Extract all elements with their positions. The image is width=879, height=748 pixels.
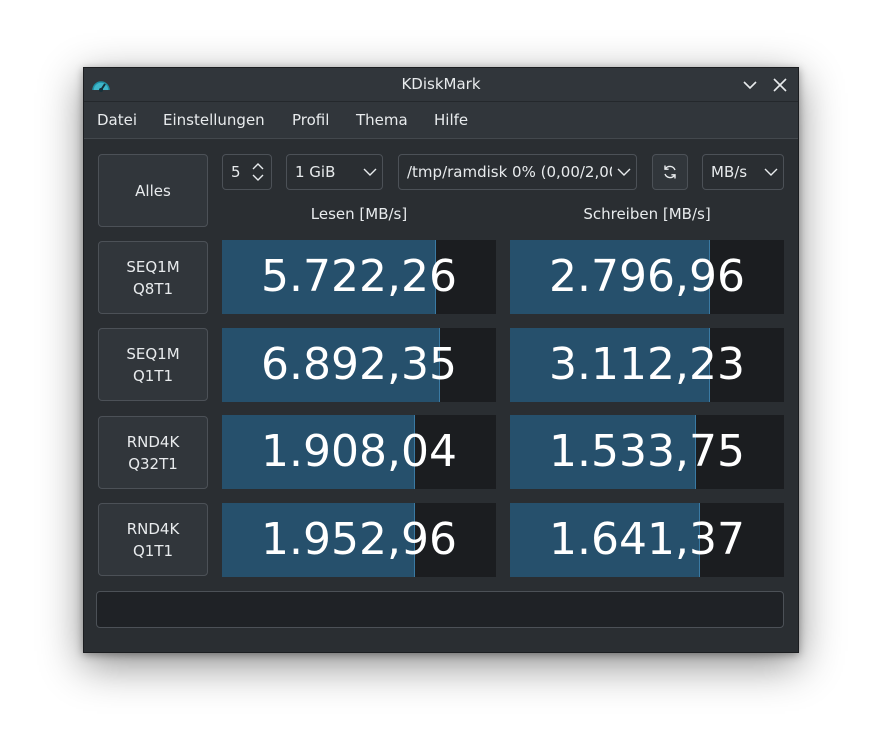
refresh-button[interactable] bbox=[652, 154, 688, 190]
refresh-icon bbox=[664, 165, 676, 179]
write-value: 3.112,23 bbox=[549, 339, 745, 390]
menu-profil[interactable]: Profil bbox=[292, 102, 329, 138]
status-bar bbox=[96, 591, 784, 628]
read-value: 6.892,35 bbox=[261, 339, 457, 390]
write-value: 1.641,37 bbox=[549, 514, 745, 565]
write-value: 1.533,75 bbox=[549, 426, 745, 477]
test-label-line2: Q8T1 bbox=[132, 279, 174, 298]
test-label-line1: SEQ1M bbox=[126, 257, 180, 276]
kdiskmark-window: KDiskMark Datei Einstellungen Profil The… bbox=[83, 67, 799, 653]
test-label-line2: Q1T1 bbox=[132, 366, 174, 385]
menu-thema[interactable]: Thema bbox=[356, 102, 408, 138]
menu-hilfe[interactable]: Hilfe bbox=[434, 102, 468, 138]
window-title: KDiskMark bbox=[401, 75, 481, 93]
test-button-rnd4k-q32t1[interactable]: RND4K Q32T1 bbox=[98, 416, 208, 489]
unit-value: MB/s bbox=[711, 163, 748, 181]
read-result-bar: 6.892,35 bbox=[222, 328, 496, 402]
write-result-bar: 3.112,23 bbox=[510, 328, 784, 402]
write-value: 2.796,96 bbox=[549, 251, 745, 302]
read-result-bar: 1.952,96 bbox=[222, 503, 496, 577]
menu-datei[interactable]: Datei bbox=[97, 102, 137, 138]
size-value: 1 GiB bbox=[295, 163, 336, 181]
chevron-down-icon bbox=[363, 168, 377, 176]
run-all-button[interactable]: Alles bbox=[98, 154, 208, 227]
test-button-seq1m-q8t1[interactable]: SEQ1M Q8T1 bbox=[98, 241, 208, 314]
spin-up-down-icon[interactable] bbox=[251, 161, 265, 183]
read-column-header: Lesen [MB/s] bbox=[310, 205, 408, 223]
target-combobox[interactable]: /tmp/ramdisk 0% (0,00/2,00 bbox=[398, 154, 637, 190]
write-column-header: Schreiben [MB/s] bbox=[583, 205, 711, 223]
read-result-bar: 5.722,26 bbox=[222, 240, 496, 314]
chevron-down-icon bbox=[764, 168, 778, 176]
test-button-rnd4k-q1t1[interactable]: RND4K Q1T1 bbox=[98, 503, 208, 576]
size-combobox[interactable]: 1 GiB bbox=[286, 154, 383, 190]
test-label-line1: RND4K bbox=[126, 519, 180, 538]
test-label-line2: Q32T1 bbox=[128, 454, 178, 473]
write-result-bar: 1.641,37 bbox=[510, 503, 784, 577]
test-button-seq1m-q1t1[interactable]: SEQ1M Q1T1 bbox=[98, 328, 208, 401]
run-all-label: Alles bbox=[135, 181, 171, 200]
read-value: 5.722,26 bbox=[261, 251, 457, 302]
read-value: 1.952,96 bbox=[261, 514, 457, 565]
test-label-line1: RND4K bbox=[126, 432, 180, 451]
test-label-line2: Q1T1 bbox=[132, 541, 174, 560]
runs-value: 5 bbox=[231, 163, 241, 181]
menu-bar: Datei Einstellungen Profil Thema Hilfe bbox=[84, 102, 798, 139]
menu-einstellungen[interactable]: Einstellungen bbox=[163, 102, 265, 138]
target-value: /tmp/ramdisk 0% (0,00/2,00 bbox=[407, 163, 612, 181]
write-result-bar: 2.796,96 bbox=[510, 240, 784, 314]
unit-combobox[interactable]: MB/s bbox=[702, 154, 784, 190]
minimize-chevron-icon[interactable] bbox=[739, 74, 761, 96]
read-result-bar: 1.908,04 bbox=[222, 415, 496, 489]
write-result-bar: 1.533,75 bbox=[510, 415, 784, 489]
test-label-line1: SEQ1M bbox=[126, 344, 180, 363]
title-bar: KDiskMark bbox=[84, 68, 798, 102]
chevron-down-icon bbox=[617, 168, 631, 176]
read-value: 1.908,04 bbox=[261, 426, 457, 477]
runs-spinbox[interactable]: 5 bbox=[222, 154, 272, 190]
close-icon[interactable] bbox=[769, 74, 791, 96]
